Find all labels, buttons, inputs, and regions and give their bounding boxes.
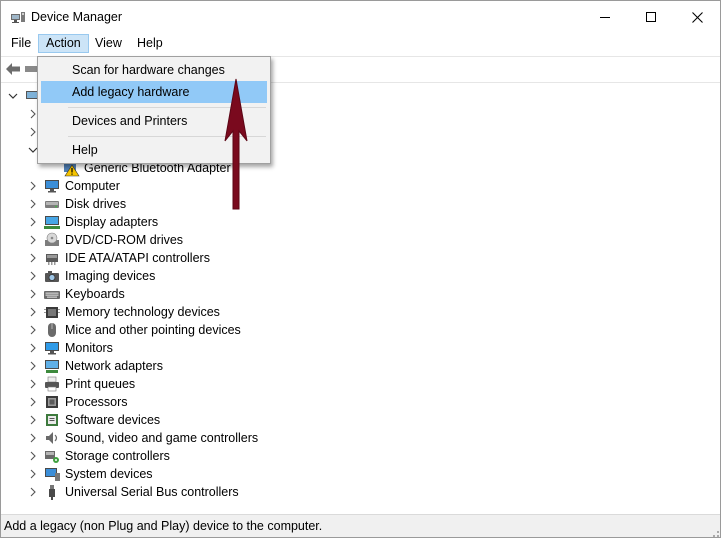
- close-button[interactable]: [674, 1, 720, 33]
- tree-category-row[interactable]: Universal Serial Bus controllers: [28, 483, 328, 501]
- chevron-right-icon[interactable]: [28, 429, 38, 447]
- processor-icon: [46, 396, 58, 408]
- close-icon: [691, 11, 703, 23]
- status-bar: Add a legacy (non Plug and Play) device …: [1, 514, 720, 538]
- window-title: Device Manager: [31, 10, 123, 24]
- network-adapter-icon: [45, 360, 59, 373]
- tree-category-label: Universal Serial Bus controllers: [65, 485, 239, 499]
- tree-category-label: Processors: [65, 395, 128, 409]
- device-manager-window: Device Manager File Action View Help Gen…: [0, 0, 721, 538]
- system-device-icon: [45, 468, 60, 481]
- usb-icon: [49, 485, 55, 500]
- chevron-right-icon[interactable]: [28, 285, 38, 303]
- chevron-right-icon[interactable]: [28, 177, 38, 195]
- tree-root-row[interactable]: [8, 87, 38, 105]
- tree-category-label: IDE ATA/ATAPI controllers: [65, 251, 210, 265]
- chevron-right-icon[interactable]: [28, 483, 38, 501]
- chevron-right-icon[interactable]: [28, 339, 38, 357]
- chevron-right-icon[interactable]: [28, 267, 38, 285]
- display-adapter-icon: [44, 216, 60, 229]
- tree-category-label: Computer: [65, 179, 120, 193]
- camera-icon: [45, 271, 59, 282]
- device-manager-icon: [11, 12, 25, 23]
- tree-category-row[interactable]: Network adapters: [28, 357, 328, 375]
- keyboard-icon: [44, 291, 60, 299]
- menu-file[interactable]: File: [4, 34, 38, 53]
- tree-category-row[interactable]: Display adapters: [28, 213, 328, 231]
- chevron-right-icon[interactable]: [28, 447, 38, 465]
- title-bar[interactable]: Device Manager: [1, 1, 720, 33]
- menu-bar: File Action View Help: [1, 33, 720, 54]
- tree-category-label: Display adapters: [65, 215, 159, 229]
- mouse-icon: [48, 323, 56, 337]
- chevron-right-icon[interactable]: [28, 393, 38, 411]
- chevron-right-icon[interactable]: [28, 213, 38, 231]
- storage-controller-icon: [45, 451, 59, 463]
- tree-category-row[interactable]: System devices: [28, 465, 328, 483]
- menu-action[interactable]: Action: [38, 34, 89, 53]
- chevron-down-icon[interactable]: [8, 87, 18, 105]
- menu-item-label: Add legacy hardware: [72, 85, 190, 99]
- tree-category-label: Memory technology devices: [65, 305, 220, 319]
- tree-category-label: Network adapters: [65, 359, 163, 373]
- tree-category-label: Print queues: [65, 377, 136, 391]
- chevron-right-icon[interactable]: [28, 357, 38, 375]
- tree-category-row[interactable]: Storage controllers: [28, 447, 328, 465]
- menu-help[interactable]: Help: [130, 34, 170, 53]
- tree-category-label: Keyboards: [65, 287, 125, 301]
- tree-category-label: System devices: [65, 467, 153, 481]
- tree-category-row[interactable]: Print queues: [28, 375, 328, 393]
- tree-category-label: Software devices: [65, 413, 161, 427]
- menu-view[interactable]: View: [88, 34, 129, 53]
- maximize-icon: [646, 12, 656, 22]
- tree-category-row[interactable]: Software devices: [28, 411, 328, 429]
- tree-category-label: DVD/CD-ROM drives: [65, 233, 184, 247]
- chevron-right-icon[interactable]: [28, 465, 38, 483]
- annotation-arrow-icon: [224, 78, 248, 210]
- tree-category-row[interactable]: Mice and other pointing devices: [28, 321, 328, 339]
- tree-category-label: Imaging devices: [65, 269, 156, 283]
- menu-item-label: Help: [72, 143, 98, 157]
- chevron-right-icon[interactable]: [28, 195, 38, 213]
- tree-category-row[interactable]: IDE ATA/ATAPI controllers: [28, 249, 328, 267]
- tree-category-label: Monitors: [65, 341, 113, 355]
- tree-category-label: Storage controllers: [65, 449, 170, 463]
- tree-category-row[interactable]: Sound, video and game controllers: [28, 429, 328, 447]
- printer-icon: [45, 376, 59, 392]
- resize-grip-icon[interactable]: [708, 526, 720, 538]
- tree-category-row[interactable]: Computer: [28, 177, 328, 195]
- maximize-button[interactable]: [628, 1, 674, 33]
- menu-item-label: Devices and Printers: [72, 114, 188, 128]
- tree-category-label: Mice and other pointing devices: [65, 323, 241, 337]
- dvd-drive-icon: [45, 232, 59, 246]
- software-device-icon: [46, 414, 58, 426]
- tree-category-row[interactable]: Imaging devices: [28, 267, 328, 285]
- tree-category-row[interactable]: Keyboards: [28, 285, 328, 303]
- tree-category-label: Sound, video and game controllers: [65, 431, 259, 445]
- disk-drive-icon: [45, 201, 59, 208]
- monitor-icon: [45, 342, 59, 355]
- chevron-right-icon[interactable]: [28, 411, 38, 429]
- tree-category-row[interactable]: Disk drives: [28, 195, 328, 213]
- chevron-right-icon[interactable]: [28, 321, 38, 339]
- minimize-button[interactable]: [582, 1, 628, 33]
- memory-icon: [44, 307, 60, 318]
- forward-arrow-icon[interactable]: [25, 65, 37, 73]
- back-arrow-icon[interactable]: [5, 61, 21, 77]
- minimize-icon: [600, 17, 610, 18]
- chevron-right-icon[interactable]: [28, 375, 38, 393]
- tree-category-row[interactable]: Monitors: [28, 339, 328, 357]
- tree-category-row[interactable]: DVD/CD-ROM drives: [28, 231, 328, 249]
- chevron-right-icon[interactable]: [28, 303, 38, 321]
- tree-category-row[interactable]: Memory technology devices: [28, 303, 328, 321]
- tree-category-label: Disk drives: [65, 197, 127, 211]
- chevron-right-icon[interactable]: [28, 249, 38, 267]
- menu-item-label: Scan for hardware changes: [72, 63, 225, 77]
- ide-controller-icon: [46, 254, 58, 265]
- chevron-right-icon[interactable]: [28, 231, 38, 249]
- speaker-icon: [46, 432, 58, 444]
- computer-icon: [45, 180, 59, 193]
- status-text: Add a legacy (non Plug and Play) device …: [4, 519, 323, 533]
- tree-category-row[interactable]: Processors: [28, 393, 328, 411]
